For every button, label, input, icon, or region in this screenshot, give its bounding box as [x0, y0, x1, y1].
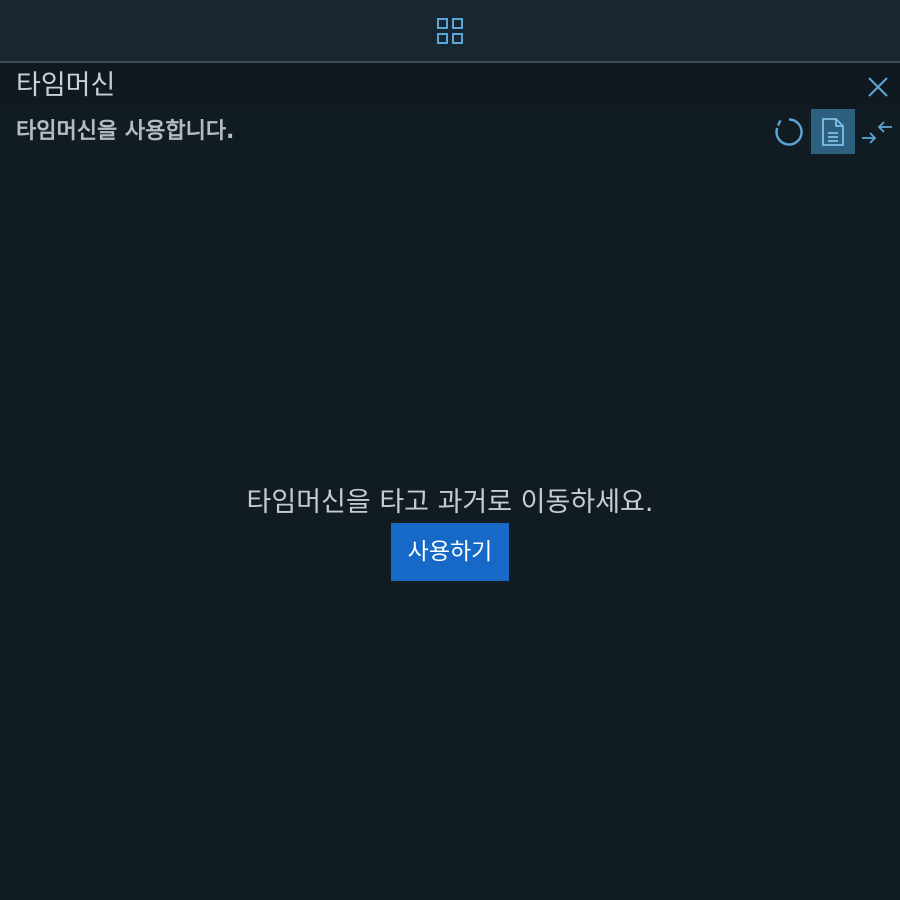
- collapse-arrows-icon: [862, 120, 892, 144]
- app-window: 타임머신 타임머신을 사용합니다. 타임머신을 타고 과거로 이동하세요. 사용…: [0, 0, 900, 900]
- document-button[interactable]: [811, 109, 855, 154]
- refresh-button[interactable]: [767, 109, 811, 154]
- empty-state: 타임머신을 타고 과거로 이동하세요. 사용하기: [0, 484, 900, 581]
- top-bar: [0, 0, 900, 63]
- document-icon: [822, 117, 844, 146]
- close-button[interactable]: [866, 75, 890, 99]
- panel-title: 타임머신: [16, 70, 116, 101]
- empty-state-message: 타임머신을 타고 과거로 이동하세요.: [246, 487, 654, 518]
- panel-toolbar: 타임머신을 사용합니다.: [0, 109, 900, 155]
- apps-grid-button[interactable]: [436, 17, 464, 45]
- panel-header: 타임머신: [0, 63, 900, 109]
- collapse-button[interactable]: [855, 109, 899, 154]
- status-text: 타임머신을 사용합니다.: [16, 119, 235, 144]
- grid-icon: [437, 18, 463, 44]
- refresh-icon: [775, 117, 803, 146]
- use-button[interactable]: 사용하기: [391, 523, 509, 581]
- close-icon: [868, 77, 888, 97]
